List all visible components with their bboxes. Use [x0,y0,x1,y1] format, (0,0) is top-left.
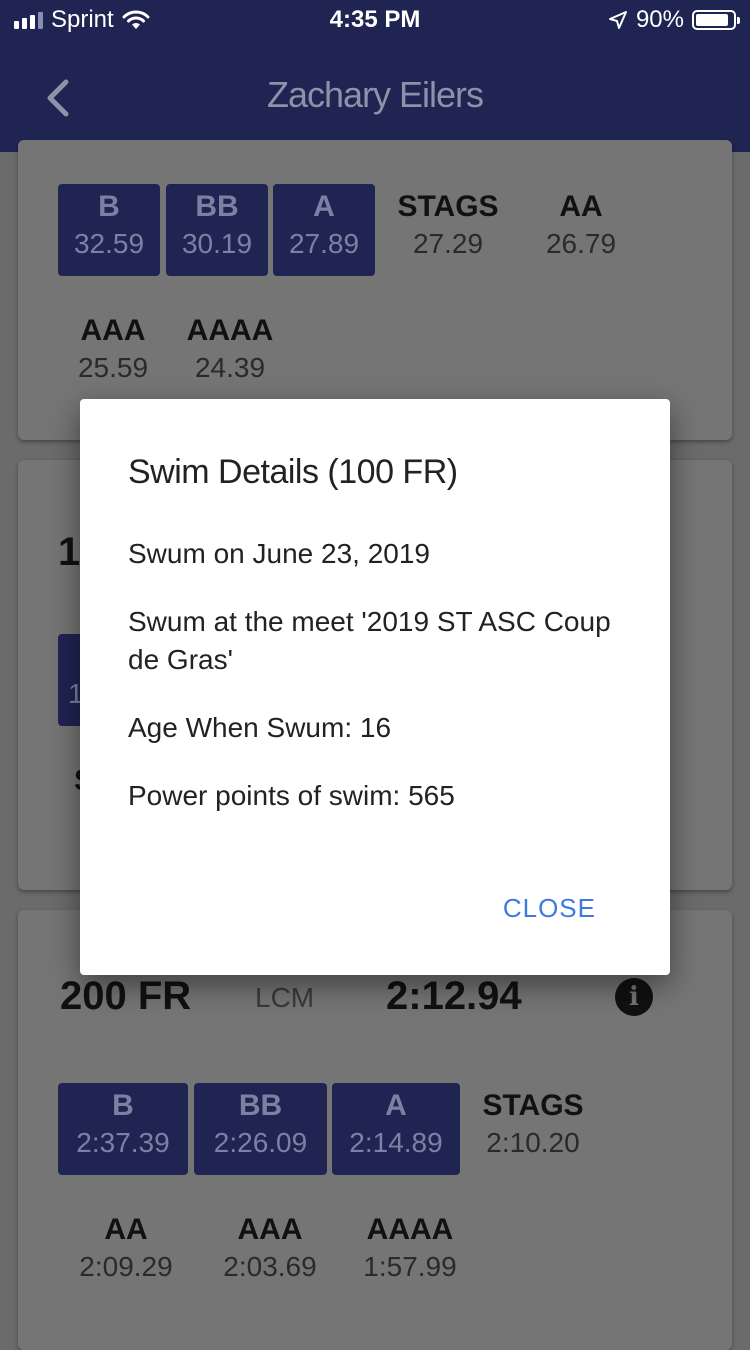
standard-level: A [313,190,335,223]
standard-level: STAGS [482,1089,584,1122]
standard-time: 27.29 [412,228,484,259]
meet-name-text: Swum at the meet '2019 ST ASC Coup de Gr… [128,606,611,675]
status-right: 90% [608,6,740,34]
standard-time: 2:09.29 [79,1251,173,1282]
dialog-title: Swim Details (100 FR) [128,453,458,491]
standard-time: 1:57.99 [363,1251,457,1282]
standard-item: AAA 2:03.69 [208,1207,332,1283]
standard-time: 2:26.09 [213,1127,308,1158]
standard-time: 25.59 [77,352,149,383]
standard-item: AA 2:09.29 [64,1207,188,1283]
standard-level: AAAA [366,1213,454,1246]
standard-level: BB [238,1089,283,1122]
standard-item: AA 26.79 [526,184,636,260]
best-time: 2:12.94 [386,974,522,1018]
swim-details-dialog: Swim Details (100 FR) Swum on June 23, 2… [80,399,670,975]
info-icon[interactable]: i [615,978,653,1016]
standard-level: STAGS [397,190,499,223]
event-card: 200 FR LCM 2:12.94 i B 2:37.39 BB 2:26.0… [18,910,732,1350]
event-name: 200 FR [60,974,192,1018]
achieved-standard-badge: A 2:14.89 [332,1083,460,1175]
achieved-standard-badge: BB 2:26.09 [194,1083,327,1175]
standard-time: 2:37.39 [76,1127,170,1158]
achieved-standard-badge: B 2:37.39 [58,1083,188,1175]
course-label: LCM [255,982,315,1013]
age-text: Age When Swum: 16 [128,712,392,743]
standard-item: AAAA 24.39 [178,308,282,384]
battery-icon [692,10,740,30]
standard-time: 32.59 [73,228,145,259]
standard-item: STAGS 2:10.20 [474,1083,592,1159]
standard-level: AA [104,1213,148,1246]
standard-level: A [385,1089,407,1122]
standard-time: 26.79 [545,228,617,259]
achieved-standard-badge: BB 30.19 [166,184,268,276]
achieved-standard-badge: A 27.89 [273,184,375,276]
location-arrow-icon [608,11,627,29]
standard-time: 2:03.69 [223,1251,317,1282]
standard-item: AAAA 1:57.99 [348,1207,472,1283]
standard-level: AAA [80,314,146,347]
standard-time: 2:10.20 [486,1127,580,1158]
page-title: Zachary Eilers [266,74,484,115]
standard-level: B [112,1089,134,1122]
app-header: Zachary Eilers [0,40,750,152]
status-bar: Sprint 4:35 PM 90% [0,0,750,40]
achieved-standard-badge: B 32.59 [58,184,160,276]
standard-item: STAGS 27.29 [390,184,506,260]
power-points-text: Power points of swim: 565 [128,780,455,811]
standard-level: B [98,190,120,223]
standard-item: AAA 25.59 [58,308,168,384]
standard-level: AA [559,190,603,223]
close-button[interactable]: CLOSE [503,893,596,924]
standard-time: 2:14.89 [349,1127,443,1158]
standard-time: 24.39 [194,352,266,383]
standard-time: 27.89 [288,228,360,259]
standard-time: 30.19 [181,228,253,259]
event-name: 1 [58,530,81,574]
swum-date-text: Swum on June 23, 2019 [128,538,430,569]
battery-percent: 90% [635,6,684,33]
standard-level: AAAA [186,314,274,347]
standard-level: AAA [237,1213,303,1246]
event-card: B 32.59 BB 30.19 A 27.89 STAGS 27.29 AA … [18,140,732,440]
battery-fill [696,14,728,26]
standard-level: BB [195,190,239,223]
